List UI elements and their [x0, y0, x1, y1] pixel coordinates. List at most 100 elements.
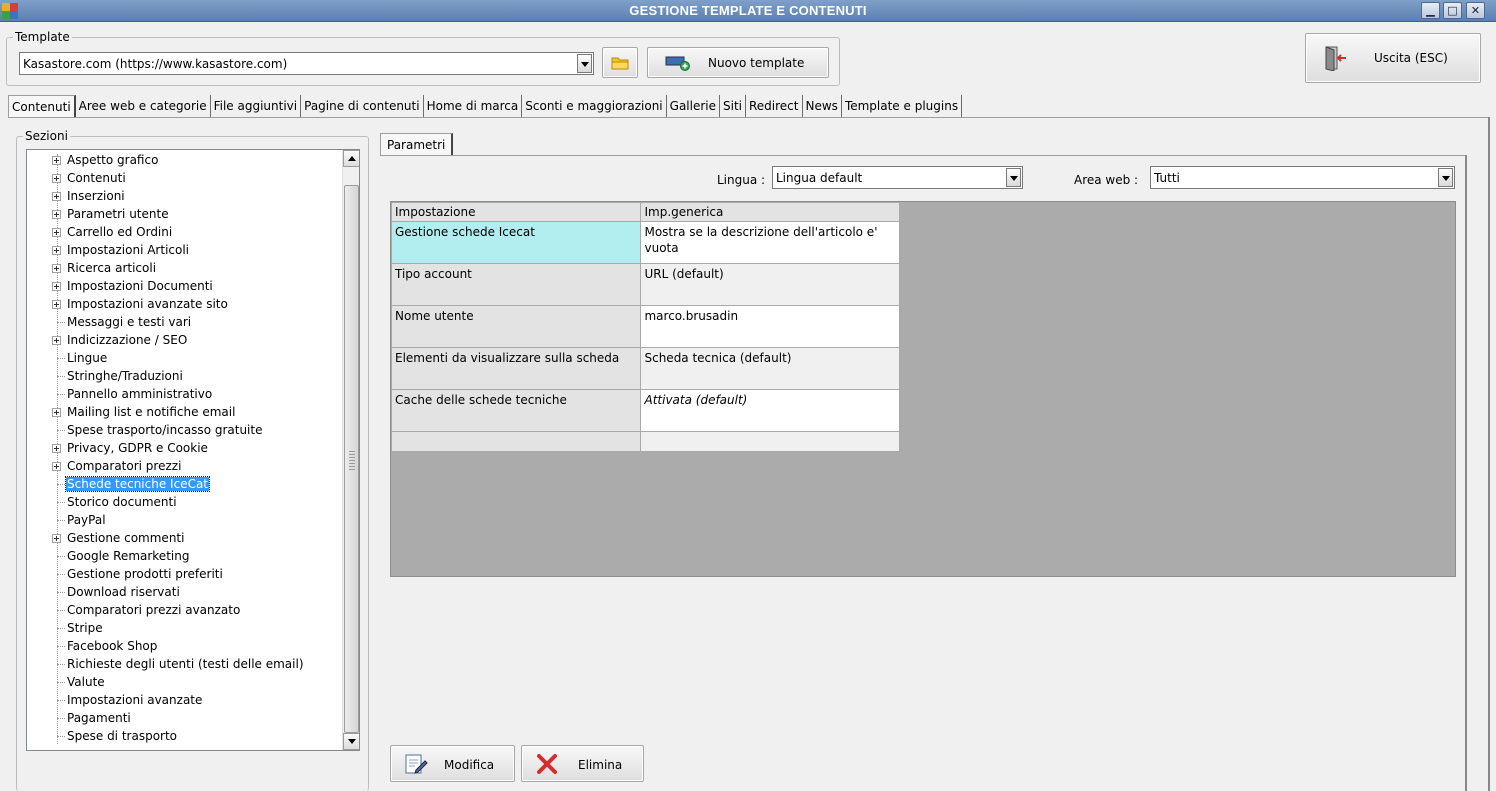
tree-connector	[57, 430, 65, 431]
tree-item-label: Spese di trasporto	[67, 729, 178, 743]
column-header-imp-generica[interactable]: Imp.generica	[640, 202, 900, 222]
lingua-select[interactable]: Lingua default	[772, 166, 1023, 189]
elimina-label: Elimina	[578, 758, 623, 772]
tree-item-label: Inserzioni	[67, 189, 125, 203]
expand-plus-icon[interactable]	[52, 174, 61, 183]
new-template-button[interactable]: Nuovo template	[647, 47, 829, 78]
sezioni-tree[interactable]: Aspetto grafico Contenuti Inserzioni Parame…	[26, 149, 360, 751]
expand-plus-icon[interactable]	[52, 210, 61, 219]
tree-connector	[57, 484, 65, 485]
modifica-label: Modifica	[444, 758, 495, 772]
tree-item-label: Storico documenti	[67, 495, 177, 509]
tree-connector	[57, 358, 65, 359]
setting-name-cell[interactable]: Elementi da visualizzare sulla scheda	[390, 347, 642, 390]
tree-item-label: Google Remarketing	[67, 549, 190, 563]
setting-value-cell[interactable]: marco.brusadin	[640, 305, 900, 348]
expand-plus-icon[interactable]	[52, 264, 61, 273]
setting-value-cell[interactable]: Attivata (default)	[640, 389, 900, 432]
column-header-impostazione[interactable]: Impostazione	[390, 202, 642, 222]
tree-scrollbar[interactable]	[342, 150, 359, 750]
empty-cell[interactable]	[640, 431, 900, 452]
tab-news[interactable]: News	[803, 95, 842, 118]
table-row[interactable]: Nome utente marco.brusadin	[390, 305, 900, 348]
scroll-up-button[interactable]	[343, 150, 359, 167]
tree-connector	[57, 682, 65, 683]
tree-item-label: Download riservati	[67, 585, 180, 599]
tree-item-label: Indicizzazione / SEO	[67, 333, 188, 347]
setting-name-cell[interactable]: Tipo account	[390, 263, 642, 306]
tab-home-marca[interactable]: Home di marca	[424, 95, 523, 118]
expand-plus-icon[interactable]	[52, 444, 61, 453]
chevron-down-icon[interactable]	[1438, 168, 1453, 187]
expand-plus-icon[interactable]	[52, 408, 61, 417]
tree-item-label: Pagamenti	[67, 711, 131, 725]
tree-connector	[57, 736, 65, 737]
expand-plus-icon[interactable]	[52, 336, 61, 345]
tree-connector	[57, 376, 65, 377]
table-row[interactable]: Elementi da visualizzare sulla scheda Sch…	[390, 347, 900, 390]
expand-plus-icon[interactable]	[52, 282, 61, 291]
tree-item-label: Parametri utente	[67, 207, 169, 221]
table-row[interactable]: Gestione schede Icecat Mostra se la descr…	[390, 221, 900, 264]
expand-plus-icon[interactable]	[52, 156, 61, 165]
settings-grid-area: Impostazione Imp.generica Gestione sched…	[390, 201, 1456, 577]
expand-plus-icon[interactable]	[52, 462, 61, 471]
tree-item-label: Stringhe/Traduzioni	[67, 369, 183, 383]
open-folder-button[interactable]	[602, 47, 638, 78]
setting-name-cell[interactable]: Nome utente	[390, 305, 642, 348]
tree-item-label: Carrello ed Ordini	[67, 225, 173, 239]
table-row-empty[interactable]	[390, 431, 900, 452]
folder-icon	[611, 57, 629, 70]
tab-template-plugins[interactable]: Template e plugins	[842, 95, 963, 118]
tab-aree-web[interactable]: Aree web e categorie	[76, 95, 211, 118]
area-web-label: Area web :	[1074, 173, 1139, 187]
close-button[interactable]: ✕	[1466, 2, 1485, 19]
tab-pagine-contenuti[interactable]: Pagine di contenuti	[301, 95, 424, 118]
tree-item-label: Impostazioni avanzate sito	[67, 297, 228, 311]
tab-file-aggiuntivi[interactable]: File aggiuntivi	[211, 95, 302, 118]
maximize-button[interactable]: □	[1443, 2, 1462, 19]
template-select[interactable]: Kasastore.com (https://www.kasastore.com…	[19, 52, 594, 75]
chevron-down-icon[interactable]	[1006, 168, 1021, 187]
main-tabs: Contenuti Aree web e categorie File aggi…	[8, 95, 963, 118]
setting-name-cell[interactable]: Gestione schede Icecat	[390, 221, 642, 264]
empty-cell[interactable]	[390, 431, 642, 452]
tree-item-label: Comparatori prezzi	[67, 459, 182, 473]
area-web-select[interactable]: Tutti	[1150, 166, 1455, 189]
tree-item-label: Mailing list e notifiche email	[67, 405, 236, 419]
tree-item-label: Facebook Shop	[67, 639, 158, 653]
scroll-down-button[interactable]	[343, 733, 359, 750]
tree-item-label: Impostazioni Articoli	[67, 243, 190, 257]
panel-edge	[1488, 117, 1490, 791]
expand-plus-icon[interactable]	[52, 534, 61, 543]
setting-name-cell[interactable]: Cache delle schede tecniche	[390, 389, 642, 432]
tree-item-label: Impostazioni avanzate	[67, 693, 203, 707]
tree-connector	[57, 628, 65, 629]
chevron-down-icon[interactable]	[577, 54, 592, 73]
tree-item-label: Messaggi e testi vari	[67, 315, 192, 329]
tree-connector	[57, 556, 65, 557]
tab-contenuti[interactable]: Contenuti	[8, 95, 76, 118]
tab-parametri[interactable]: Parametri	[380, 133, 454, 156]
scroll-thumb[interactable]	[344, 185, 359, 733]
table-row[interactable]: Tipo account URL (default)	[390, 263, 900, 306]
setting-value-cell[interactable]: Mostra se la descrizione dell'articolo e…	[640, 221, 900, 264]
expand-plus-icon[interactable]	[52, 192, 61, 201]
tab-sconti[interactable]: Sconti e maggiorazioni	[522, 95, 667, 118]
tab-siti[interactable]: Siti	[720, 95, 746, 118]
template-legend: Template	[13, 30, 72, 44]
modifica-button[interactable]: Modifica	[390, 745, 515, 782]
minimize-button[interactable]: ▁	[1421, 2, 1440, 19]
setting-value-cell[interactable]: Scheda tecnica (default)	[640, 347, 900, 390]
expand-plus-icon[interactable]	[52, 228, 61, 237]
tree-item-label: Impostazioni Documenti	[67, 279, 213, 293]
elimina-button[interactable]: Elimina	[521, 745, 644, 782]
expand-plus-icon[interactable]	[52, 246, 61, 255]
expand-plus-icon[interactable]	[52, 300, 61, 309]
tab-gallerie[interactable]: Gallerie	[667, 95, 720, 118]
window-title: GESTIONE TEMPLATE E CONTENUTI	[629, 3, 867, 18]
tab-redirect[interactable]: Redirect	[746, 95, 803, 118]
setting-value-cell[interactable]: URL (default)	[640, 263, 900, 306]
table-row[interactable]: Cache delle schede tecniche Attivata (def…	[390, 389, 900, 432]
exit-button[interactable]: Uscita (ESC)	[1305, 33, 1481, 83]
